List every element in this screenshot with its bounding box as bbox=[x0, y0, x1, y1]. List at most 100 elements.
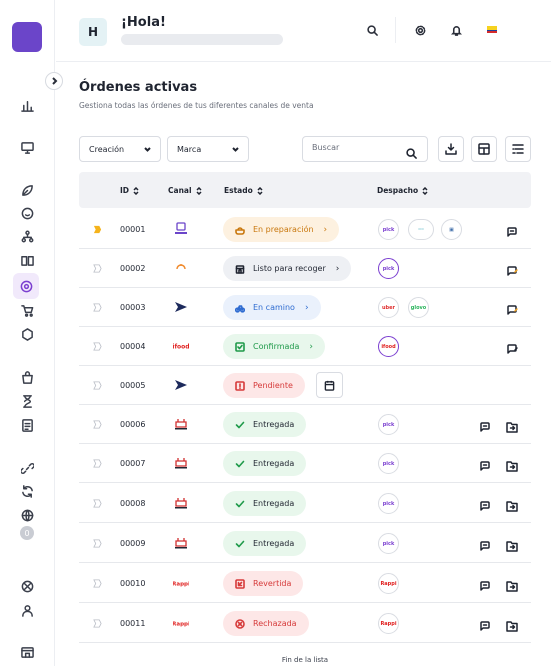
table-row[interactable]: 00010 Rappi Revertida Rappi bbox=[79, 564, 531, 603]
sidebar-item-tables[interactable] bbox=[17, 324, 37, 344]
sidebar-item-pos[interactable] bbox=[17, 137, 37, 157]
table-row[interactable]: 00004 ifood Confirmada › ifood bbox=[79, 327, 531, 366]
header-search-button[interactable] bbox=[364, 22, 380, 38]
status-pill-en-camino[interactable]: En camino › bbox=[223, 295, 321, 320]
sidebar-item-marketing[interactable] bbox=[17, 180, 37, 200]
priority-flag-outline-icon[interactable] bbox=[93, 459, 102, 468]
status-pill-en-preparacion[interactable]: En preparación › bbox=[223, 217, 340, 242]
header-divider bbox=[395, 17, 396, 43]
column-header-canal[interactable]: Canal bbox=[168, 186, 202, 195]
sidebar-item-timers[interactable] bbox=[17, 391, 37, 411]
dashboard-icon bbox=[20, 100, 34, 112]
chat-edit-icon[interactable] bbox=[506, 340, 518, 354]
chat-edit-icon[interactable] bbox=[506, 301, 518, 315]
sort-dropdown[interactable]: Creación bbox=[79, 136, 161, 162]
dispatch-pickup-icon: pick bbox=[378, 453, 399, 474]
status-pill-confirmada[interactable]: Confirmada › bbox=[223, 334, 326, 359]
chat-icon[interactable] bbox=[479, 418, 491, 432]
priority-flag-outline-icon[interactable] bbox=[93, 539, 102, 548]
priority-flag-icon[interactable] bbox=[93, 225, 102, 234]
export-icon[interactable] bbox=[506, 418, 518, 433]
settings-button[interactable] bbox=[412, 22, 428, 38]
brand-dropdown[interactable]: Marca bbox=[167, 136, 249, 162]
sidebar-item-inventory[interactable] bbox=[17, 367, 37, 387]
export-icon[interactable] bbox=[506, 537, 518, 552]
brand-logo[interactable] bbox=[12, 22, 42, 52]
chat-icon[interactable] bbox=[479, 617, 491, 631]
status-pill-entregada[interactable]: Entregada bbox=[223, 491, 307, 516]
chat-icon[interactable] bbox=[479, 537, 491, 551]
priority-flag-outline-icon[interactable] bbox=[93, 381, 102, 390]
order-id: 00011 bbox=[120, 619, 146, 628]
chevron-right-icon: › bbox=[304, 302, 309, 313]
sidebar-item-store[interactable] bbox=[17, 642, 37, 662]
chat-icon[interactable] bbox=[479, 497, 491, 511]
sidebar-collapse-button[interactable] bbox=[45, 72, 63, 90]
sidebar-item-sync[interactable] bbox=[17, 481, 37, 501]
priority-flag-outline-icon[interactable] bbox=[93, 264, 102, 273]
notifications-button[interactable] bbox=[448, 22, 464, 38]
sidebar-item-orders[interactable] bbox=[13, 273, 39, 299]
status-pill-entregada[interactable]: Entregada bbox=[223, 451, 307, 476]
table-row[interactable]: 00005 Pendiente bbox=[79, 366, 531, 405]
sidebar-item-menu[interactable] bbox=[17, 250, 37, 270]
cart-icon bbox=[20, 304, 33, 317]
table-row[interactable]: 00011 Rappi Rechazada Rappi bbox=[79, 604, 531, 643]
column-header-despacho[interactable]: Despacho bbox=[377, 186, 428, 195]
search-input[interactable] bbox=[312, 143, 402, 152]
sidebar-item-integrations[interactable] bbox=[17, 458, 37, 478]
search-box bbox=[302, 136, 428, 162]
sidebar-item-profile[interactable] bbox=[17, 600, 37, 620]
status-pill-revertida[interactable]: Revertida bbox=[223, 571, 304, 596]
chat-icon[interactable] bbox=[479, 577, 491, 591]
status-pill-listo-para-recoger[interactable]: Listo para recoger › bbox=[223, 256, 352, 281]
chat-edit-icon[interactable] bbox=[506, 262, 518, 276]
priority-flag-outline-icon[interactable] bbox=[93, 303, 102, 312]
search-icon[interactable] bbox=[406, 144, 417, 159]
account-avatar[interactable]: H bbox=[79, 18, 107, 46]
table-row[interactable]: 00006 Entregada pick bbox=[79, 405, 531, 444]
status-pill-pendiente[interactable]: Pendiente bbox=[223, 373, 305, 398]
table-row[interactable]: 00002 Listo para recoger › pick bbox=[79, 249, 531, 288]
export-icon[interactable] bbox=[506, 577, 518, 592]
sidebar-item-reports[interactable] bbox=[17, 415, 37, 435]
priority-flag-outline-icon[interactable] bbox=[93, 579, 102, 588]
table-row[interactable]: 00007 Entregada pick bbox=[79, 444, 531, 483]
filter-button[interactable] bbox=[505, 136, 531, 162]
status-pill-rechazada[interactable]: Rechazada bbox=[223, 611, 309, 636]
schedule-button[interactable] bbox=[316, 372, 343, 398]
dispatch-pickup-icon: pick bbox=[378, 258, 399, 279]
order-id: 00005 bbox=[120, 381, 146, 390]
country-flag-colombia[interactable] bbox=[487, 26, 497, 33]
priority-flag-outline-icon[interactable] bbox=[93, 420, 102, 429]
priority-flag-outline-icon[interactable] bbox=[93, 342, 102, 351]
table-row[interactable]: 00001 En preparación › pick ··· ▣ bbox=[79, 210, 531, 249]
column-header-id[interactable]: ID bbox=[120, 186, 139, 195]
status-pill-entregada[interactable]: Entregada bbox=[223, 412, 307, 437]
priority-flag-outline-icon[interactable] bbox=[93, 619, 102, 628]
conexiones-channel-icon bbox=[175, 458, 187, 469]
chat-icon[interactable] bbox=[506, 223, 518, 237]
sidebar-item-structure[interactable] bbox=[17, 226, 37, 246]
top-header: H ¡Hola! bbox=[56, 0, 551, 62]
export-icon[interactable] bbox=[506, 457, 518, 472]
layout-toggle-button[interactable] bbox=[471, 136, 497, 162]
sidebar-item-dashboard[interactable] bbox=[17, 95, 37, 115]
export-icon[interactable] bbox=[506, 497, 518, 512]
status-pill-entregada[interactable]: Entregada bbox=[223, 531, 307, 556]
export-icon[interactable] bbox=[506, 617, 518, 632]
priority-flag-outline-icon[interactable] bbox=[93, 499, 102, 508]
status-label: Rechazada bbox=[253, 619, 297, 628]
table-row[interactable]: 00009 Entregada pick bbox=[79, 524, 531, 563]
sidebar-item-cart[interactable] bbox=[17, 300, 37, 320]
table-row[interactable]: 00003 En camino › uber glovo bbox=[79, 288, 531, 327]
sidebar-item-support[interactable] bbox=[17, 203, 37, 223]
download-button[interactable] bbox=[438, 136, 464, 162]
chat-icon[interactable] bbox=[479, 457, 491, 471]
table-row[interactable]: 00008 Entregada pick bbox=[79, 484, 531, 523]
sidebar-item-help[interactable] bbox=[17, 576, 37, 596]
sidebar-item-web[interactable] bbox=[17, 505, 37, 525]
search-icon bbox=[366, 24, 378, 36]
column-header-estado[interactable]: Estado bbox=[224, 186, 263, 195]
document-icon bbox=[21, 418, 33, 432]
